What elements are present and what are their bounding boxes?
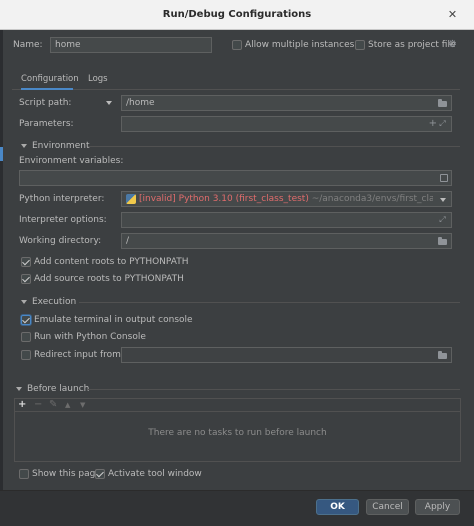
show-this-page-checkbox[interactable] [19,469,29,479]
folder-icon[interactable] [437,350,448,360]
add-icon[interactable]: + [18,398,26,412]
expand-icon[interactable]: ⤢ [437,119,448,129]
remove-icon[interactable]: − [34,398,42,412]
move-down-icon[interactable]: ▼ [80,398,85,412]
redirect-input-label: Redirect input from: [34,350,124,360]
before-launch-toolbar: + − ✎ ▲ ▼ [14,398,461,412]
parameters-input[interactable]: + ⤢ [121,116,452,132]
before-launch-collapse-icon[interactable] [16,387,22,391]
cancel-button[interactable]: Cancel [366,499,409,515]
execution-section-title: Execution [32,297,77,307]
add-source-roots-label: Add source roots to PYTHONPATH [34,274,184,284]
add-source-roots-checkbox[interactable] [21,274,31,284]
title-bar: Run/Debug Configurations ✕ [0,0,474,30]
python-interpreter-label: Python interpreter: [19,194,105,204]
parameters-label: Parameters: [19,119,74,129]
run-python-console-label: Run with Python Console [34,332,146,342]
redirect-input-field[interactable] [121,347,452,363]
script-type-dropdown-icon[interactable] [106,101,112,105]
interpreter-options-label: Interpreter options: [19,215,107,225]
apply-button[interactable]: Apply [415,499,460,515]
close-icon[interactable]: ✕ [444,6,461,23]
left-panel-edge [0,30,3,526]
chevron-down-icon[interactable] [440,198,446,202]
environment-section-title: Environment [32,141,90,151]
working-directory-value: / [126,236,130,246]
environment-variables-input[interactable] [19,170,452,186]
folder-icon[interactable] [437,236,448,246]
ok-button[interactable]: OK [316,499,359,515]
interpreter-options-input[interactable]: ⤢ [121,212,452,228]
interpreter-path: ~/anaconda3/envs/first_class_test/bin/py… [311,194,433,204]
run-python-console-checkbox[interactable] [21,332,31,342]
before-launch-separator [88,389,460,390]
add-content-roots-checkbox[interactable] [21,257,31,267]
name-label: Name: [13,40,43,50]
edit-env-vars-icon[interactable] [440,174,448,182]
tabs-divider [12,89,460,90]
script-path-value: /home [126,98,155,108]
add-macro-icon[interactable]: + [429,118,437,129]
python-interpreter-select[interactable]: [invalid] Python 3.10 (first_class_test)… [121,191,452,207]
store-as-project-file-label: Store as project file [368,40,456,50]
edit-icon[interactable]: ✎ [49,398,57,412]
name-input[interactable]: home [50,37,212,53]
emulate-terminal-label: Emulate terminal in output console [34,315,193,325]
allow-multiple-instances-checkbox[interactable] [232,40,242,50]
store-as-project-file-checkbox[interactable] [355,40,365,50]
name-value: home [55,40,81,50]
script-path-label: Script path: [19,98,72,108]
environment-separator [88,146,460,147]
before-launch-section-title: Before launch [27,384,90,394]
environment-collapse-icon[interactable] [21,144,27,148]
add-content-roots-label: Add content roots to PYTHONPATH [34,257,189,267]
expand-icon[interactable]: ⤢ [437,215,448,225]
tab-logs[interactable]: Logs [88,74,108,90]
script-path-input[interactable]: /home [121,95,452,111]
allow-multiple-instances-label: Allow multiple instances [245,40,355,50]
interpreter-name: [invalid] Python 3.10 (first_class_test) [139,194,309,204]
emulate-terminal-checkbox[interactable] [21,315,31,325]
working-directory-input[interactable]: / [121,233,452,249]
gear-icon[interactable]: ⚙ [448,40,458,51]
activate-tool-window-label: Activate tool window [108,469,202,479]
window-title: Run/Debug Configurations [162,9,312,20]
working-directory-label: Working directory: [19,236,102,246]
show-this-page-label: Show this page [32,469,101,479]
move-up-icon[interactable]: ▲ [65,398,70,412]
execution-collapse-icon[interactable] [21,300,27,304]
folder-icon[interactable] [437,98,448,108]
execution-separator [79,302,460,303]
redirect-input-checkbox[interactable] [21,350,31,360]
before-launch-empty-message: There are no tasks to run before launch [148,428,327,438]
environment-variables-label: Environment variables: [19,156,124,166]
activate-tool-window-checkbox[interactable] [95,469,105,479]
tab-configuration[interactable]: Configuration [21,74,79,90]
python-icon [126,194,136,204]
left-panel-selection-marker [0,147,3,161]
